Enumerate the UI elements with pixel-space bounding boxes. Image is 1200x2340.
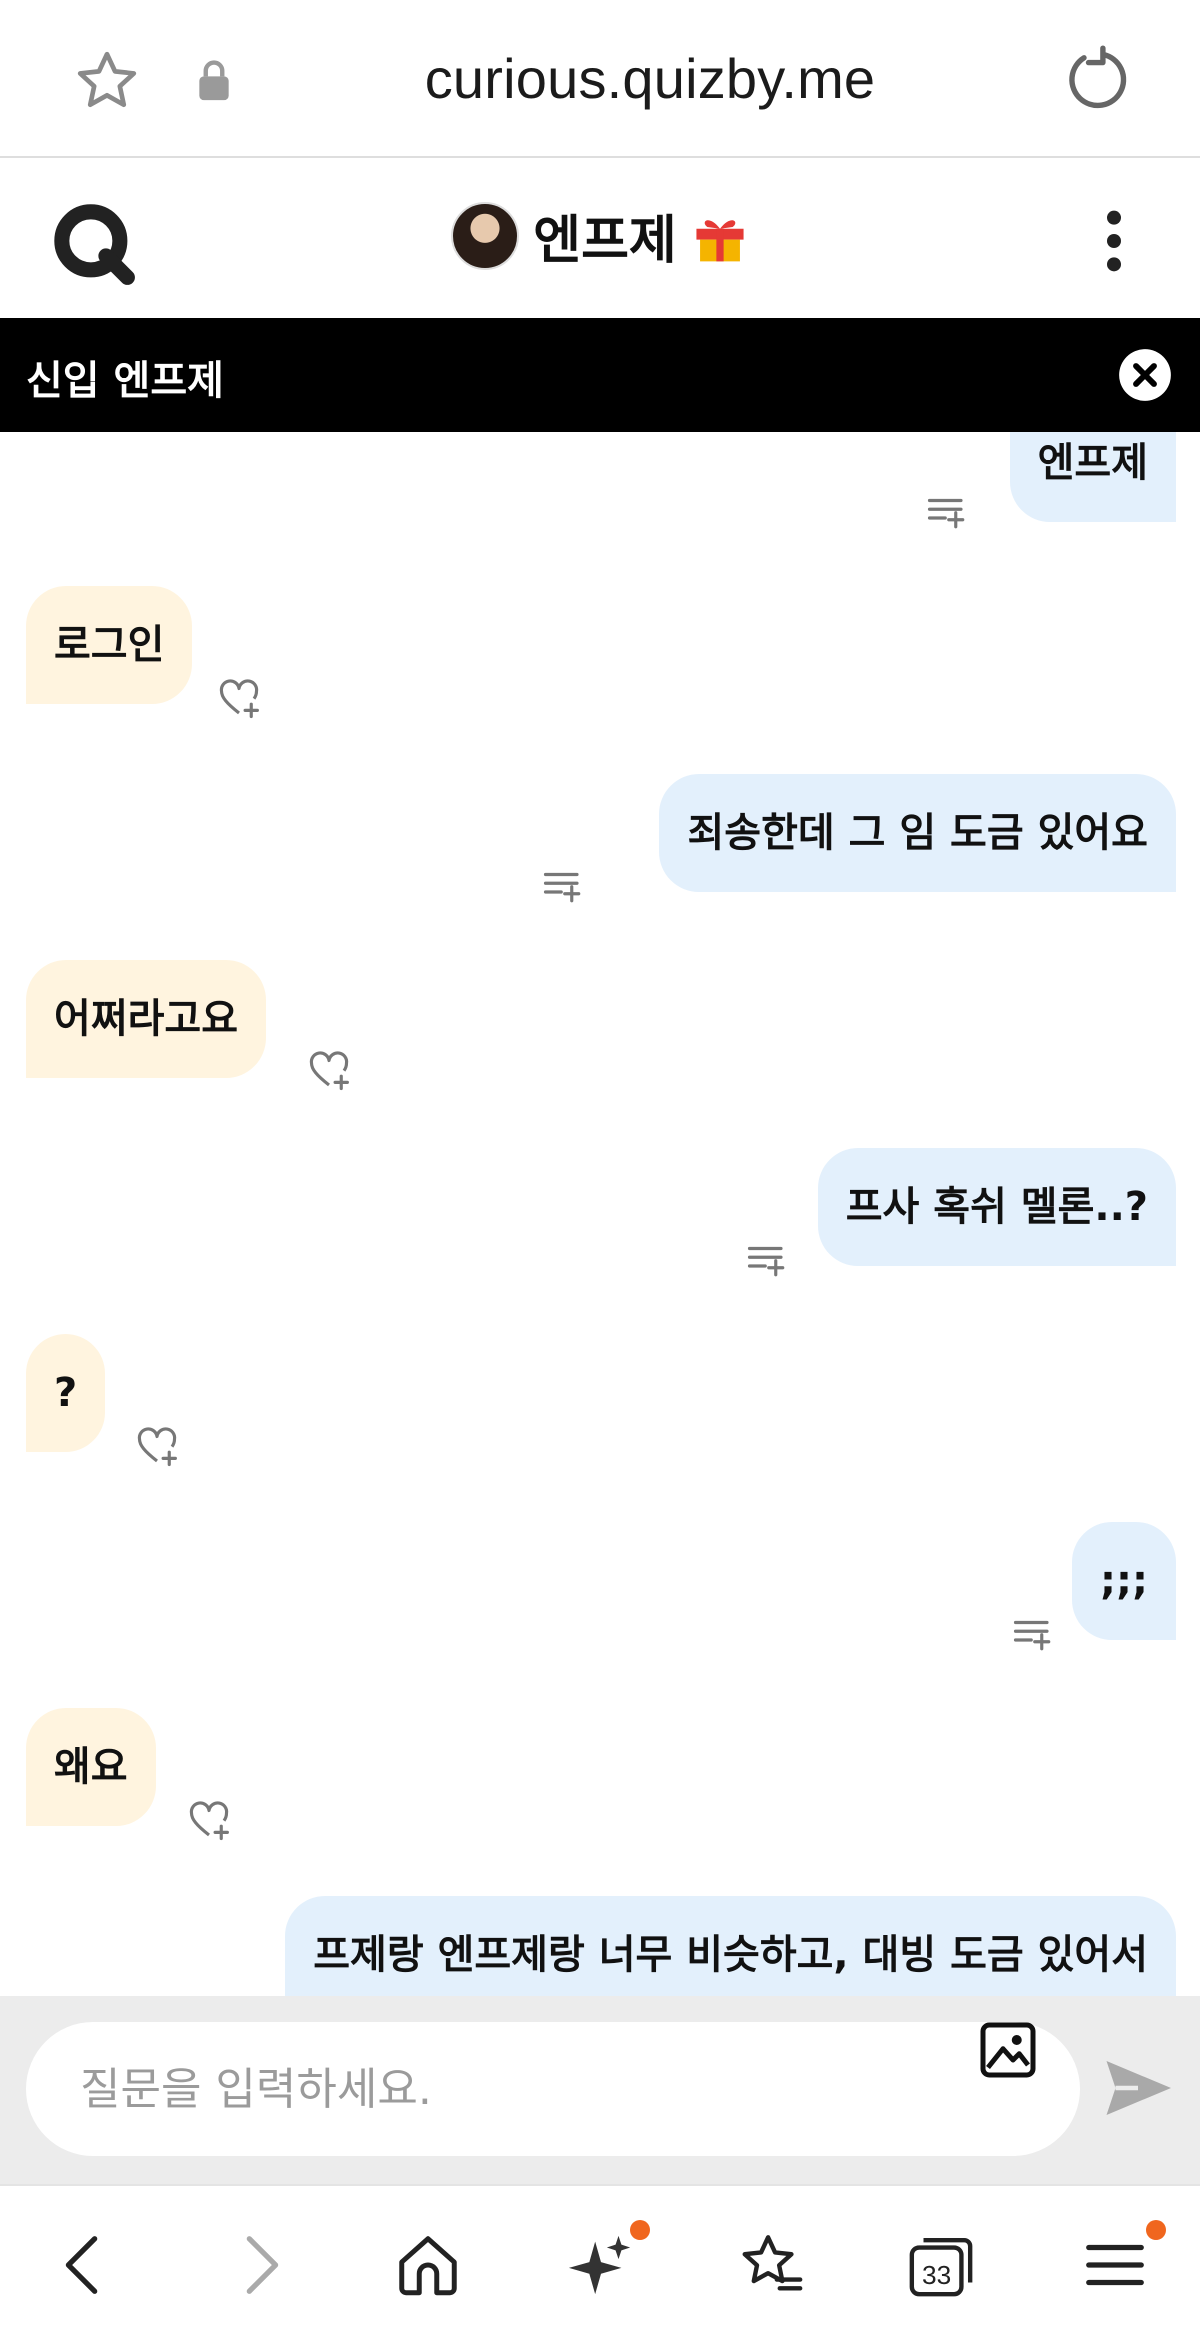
heart-plus-icon[interactable]: [308, 1050, 350, 1092]
message-bubble-mine[interactable]: 죄송한데 그 임 도금 있어요: [659, 774, 1176, 892]
heart-plus-icon[interactable]: [188, 1800, 230, 1842]
reload-icon[interactable]: [1060, 44, 1132, 116]
avatar[interactable]: [451, 201, 520, 270]
add-to-list-icon[interactable]: [926, 490, 968, 532]
banner-text: 신입 엔프제: [26, 358, 224, 404]
lock-icon[interactable]: [195, 58, 233, 102]
browser-url-bar: curious.quizby.me: [0, 0, 1200, 158]
url-text[interactable]: curious.quizby.me: [300, 46, 1000, 111]
notification-dot: [1146, 2220, 1166, 2240]
message-bubble-mine[interactable]: 엔프제: [1009, 432, 1176, 522]
add-to-list-icon[interactable]: [1012, 1612, 1054, 1654]
forward-icon[interactable]: [226, 2230, 296, 2300]
notification-dot: [630, 2220, 650, 2240]
home-icon[interactable]: [393, 2230, 463, 2300]
browser-bottom-nav: 33: [0, 2184, 1200, 2340]
message-bubble-mine[interactable]: 프사 혹쉬 멜론..?: [817, 1148, 1176, 1266]
question-input-box[interactable]: [26, 2022, 1080, 2156]
image-attach-icon[interactable]: [978, 2020, 1038, 2080]
sparkle-icon[interactable]: [566, 2230, 636, 2300]
chat-thread[interactable]: 엔프제 로그인 죄송한데 그 임 도금 있어요 어쩌라고요 프사 혹쉬 멜론..…: [0, 432, 1200, 1996]
page-title: 엔프제: [533, 211, 677, 271]
app-header: 엔프제: [0, 160, 1200, 318]
profile-title[interactable]: 엔프제: [0, 198, 1200, 273]
gift-icon: [696, 219, 744, 261]
question-input[interactable]: [80, 2054, 940, 2124]
message-bubble-theirs[interactable]: 로그인: [26, 586, 193, 704]
message-bubble-theirs[interactable]: ?: [26, 1334, 106, 1452]
bookmarks-icon[interactable]: [736, 2230, 806, 2300]
tabs-icon[interactable]: 33: [906, 2230, 976, 2300]
add-to-list-icon[interactable]: [746, 1238, 788, 1280]
add-to-list-icon[interactable]: [542, 864, 584, 906]
tab-count: 33: [922, 2260, 951, 2290]
heart-plus-icon[interactable]: [136, 1426, 178, 1468]
message-bubble-mine[interactable]: ;;;: [1072, 1522, 1176, 1640]
kebab-menu-icon[interactable]: [1094, 206, 1134, 276]
heart-plus-icon[interactable]: [218, 678, 260, 720]
message-bubble-mine[interactable]: 프제랑 엔프제랑 너무 비슷하고, 대빙 도금 있어서: [285, 1896, 1176, 1996]
message-bubble-theirs[interactable]: 왜요: [26, 1708, 156, 1826]
back-icon[interactable]: [48, 2230, 118, 2300]
send-icon[interactable]: [1102, 2052, 1174, 2124]
close-circle-icon[interactable]: [1118, 348, 1172, 402]
menu-icon[interactable]: [1080, 2230, 1150, 2300]
notice-banner: 신입 엔프제: [0, 318, 1200, 432]
message-bubble-theirs[interactable]: 어쩌라고요: [26, 960, 266, 1078]
star-icon[interactable]: [72, 46, 142, 116]
